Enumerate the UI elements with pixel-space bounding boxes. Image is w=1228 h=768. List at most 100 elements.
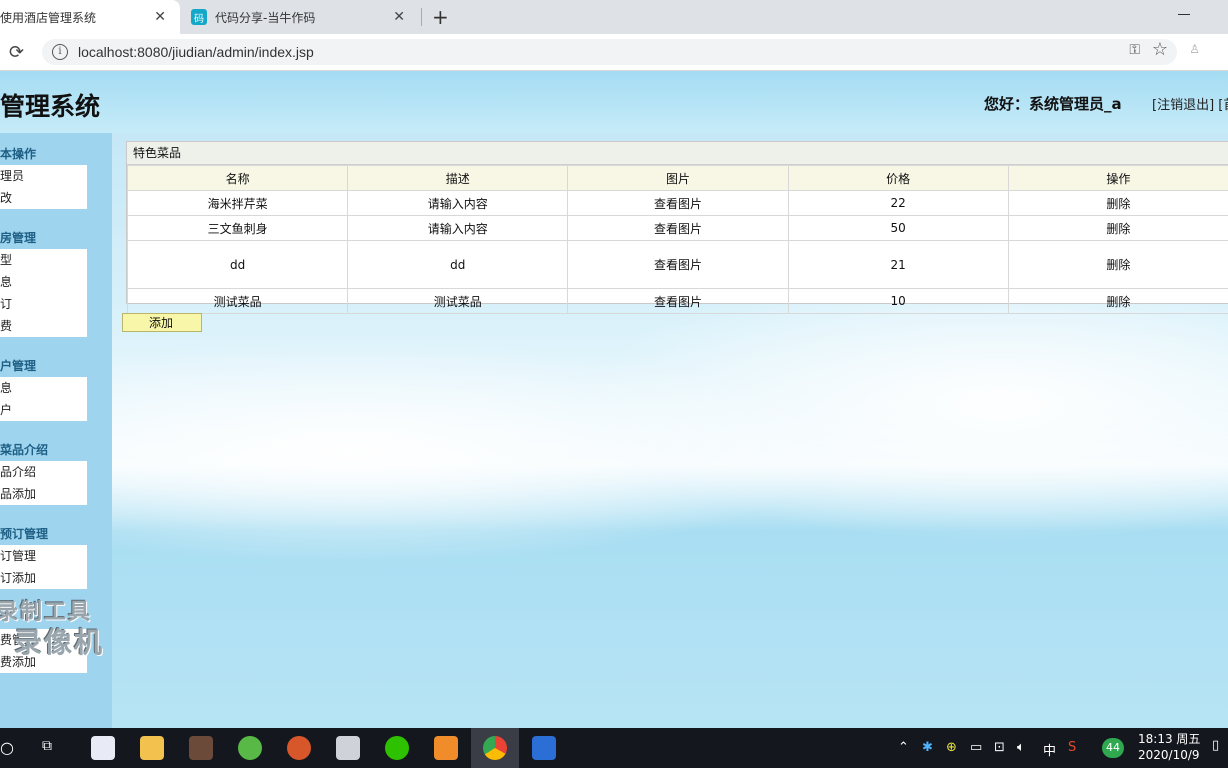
sidebar-item[interactable]: 户 (0, 399, 87, 421)
view-image-link[interactable]: 查看图片 (567, 190, 789, 216)
sidebar-item[interactable]: 息 (0, 377, 87, 399)
sidebar-item[interactable]: 品添加 (0, 483, 87, 505)
cortana-search-icon[interactable]: ○ (0, 738, 14, 757)
sidebar-item[interactable]: 品介绍 (0, 461, 87, 483)
tab-code-share[interactable]: 码 代码分享-当牛作码 ✕ (183, 0, 419, 34)
sidebar-section: 理员 改 (0, 165, 87, 209)
dish-price: 22 (787, 190, 1009, 216)
dish-name: 海米拌芹菜 (126, 190, 349, 216)
column-header: 价格 (787, 165, 1009, 191)
browser-tab-bar: 使用酒店管理系统 ✕ 码 代码分享-当牛作码 ✕ + (0, 0, 1228, 34)
dish-name: 三文鱼刺身 (126, 215, 349, 241)
wechat-icon[interactable] (385, 736, 409, 760)
orange-app-icon[interactable] (434, 736, 458, 760)
task-view-icon[interactable]: ⧉ (42, 738, 52, 754)
dish-description: 请输入内容 (347, 190, 569, 216)
page-header: 管理系统 您好：系统管理员_a [注销退出] [首 (0, 71, 1228, 133)
sidebar-section-title[interactable]: 房管理 (0, 229, 36, 246)
file-explorer-icon[interactable] (140, 736, 164, 760)
dish-price: 50 (787, 215, 1009, 241)
close-tab-icon[interactable]: ✕ (393, 9, 405, 25)
key-icon[interactable]: ⚿ (1129, 42, 1140, 58)
volume-icon[interactable]: 🔈︎ (1017, 740, 1025, 755)
add-dish-button[interactable]: 添加 (122, 313, 202, 332)
dish-description: dd (347, 240, 569, 289)
address-bar: ⟳ i localhost:8080/jiudian/admin/index.j… (0, 34, 1228, 71)
column-header: 操作 (1007, 165, 1228, 191)
sidebar-item[interactable]: 型 (0, 249, 87, 271)
tray-app-icon[interactable]: ✱ (922, 740, 933, 755)
site-info-icon[interactable]: i (52, 44, 68, 60)
logout-link[interactable]: [注销退出] [首 (1152, 94, 1228, 113)
view-image-link[interactable]: 查看图片 (567, 240, 789, 289)
column-header: 图片 (567, 165, 789, 191)
sidebar-item[interactable]: 费 (0, 315, 87, 337)
chrome-taskbar-button[interactable] (471, 728, 519, 768)
sidebar-section: 品介绍 品添加 (0, 461, 87, 505)
delete-link[interactable]: 删除 (1007, 190, 1228, 216)
table-row: dd dd 查看图片 21 删除 (126, 240, 1228, 289)
sidebar-section: 息 户 (0, 377, 87, 421)
site-favicon-icon: 码 (191, 9, 207, 25)
panel-title: 特色菜品 (127, 142, 1228, 165)
sidebar-item[interactable]: 订 (0, 293, 87, 315)
dish-description: 测试菜品 (347, 288, 569, 314)
extension-icon[interactable]: ♙ (1189, 42, 1200, 56)
sidebar-section-title[interactable]: 预订管理 (0, 525, 48, 542)
baidu-netdisk-icon[interactable] (91, 736, 115, 760)
show-hidden-icons-icon[interactable]: ⌃ (898, 740, 909, 755)
bookmark-star-icon[interactable]: ☆ (1152, 39, 1168, 60)
page-body: 管理系统 您好：系统管理员_a [注销退出] [首 本操作 理员 改 房管理 型… (0, 71, 1228, 728)
table-row: 海米拌芹菜 请输入内容 查看图片 22 删除 (126, 190, 1228, 216)
url-text[interactable]: localhost:8080/jiudian/admin/index.jsp (78, 44, 314, 60)
table-row: 测试菜品 测试菜品 查看图片 10 删除 (126, 288, 1228, 314)
dish-name: dd (126, 240, 349, 289)
green-app-icon[interactable] (238, 736, 262, 760)
view-image-link[interactable]: 查看图片 (567, 215, 789, 241)
table-header-row: 名称 描述 图片 价格 操作 (126, 165, 1228, 191)
delete-link[interactable]: 删除 (1007, 240, 1228, 289)
minimize-window-icon[interactable] (1178, 14, 1190, 15)
tray-plus-icon[interactable]: ⊕ (946, 740, 957, 755)
sidebar-item[interactable]: 理员 (0, 165, 87, 187)
recorder-watermark: 录像机 (14, 626, 105, 659)
clock-date: 2020/10/9 (1138, 748, 1200, 762)
delete-link[interactable]: 删除 (1007, 288, 1228, 314)
sidebar-item[interactable]: 订添加 (0, 567, 87, 589)
sidebar-item[interactable]: 订管理 (0, 545, 87, 567)
sidebar-item[interactable]: 息 (0, 271, 87, 293)
notification-icon[interactable]: ▯ (1212, 738, 1219, 753)
chrome-icon (483, 736, 507, 760)
avatar-app-icon[interactable] (336, 736, 360, 760)
dish-description: 请输入内容 (347, 215, 569, 241)
tab-hotel-system[interactable]: 使用酒店管理系统 ✕ (0, 0, 180, 34)
new-tab-icon[interactable]: + (432, 5, 449, 29)
battery-icon[interactable]: ▭ (970, 740, 982, 755)
security-badge[interactable]: 44 (1102, 738, 1124, 758)
table-row: 三文鱼刺身 请输入内容 查看图片 50 删除 (126, 215, 1228, 241)
close-tab-icon[interactable]: ✕ (154, 9, 166, 25)
game-app-icon[interactable] (189, 736, 213, 760)
input-method-indicator[interactable]: 中 (1043, 740, 1056, 759)
dish-price: 10 (787, 288, 1009, 314)
sogou-ime-icon[interactable]: S (1068, 740, 1076, 755)
sidebar-item[interactable]: 改 (0, 187, 87, 209)
sidebar-section: 订管理 订添加 (0, 545, 87, 589)
column-header: 描述 (347, 165, 569, 191)
sidebar-section-title[interactable]: 本操作 (0, 145, 36, 162)
delete-link[interactable]: 删除 (1007, 215, 1228, 241)
reload-icon[interactable]: ⟳ (9, 42, 24, 63)
sidebar-section: 型 息 订 费 (0, 249, 87, 337)
mask-app-icon[interactable] (287, 736, 311, 760)
clock-time: 18:13 周五 (1138, 732, 1201, 746)
sidebar-section-title[interactable]: 菜品介绍 (0, 441, 48, 458)
view-image-link[interactable]: 查看图片 (567, 288, 789, 314)
dish-name: 测试菜品 (126, 288, 349, 314)
system-clock[interactable]: 18:13 周五 2020/10/9 (1138, 731, 1200, 763)
tab-title: 使用酒店管理系统 (0, 10, 97, 25)
sidebar-section-title[interactable]: 户管理 (0, 357, 36, 374)
url-field[interactable]: i localhost:8080/jiudian/admin/index.jsp (42, 39, 1177, 65)
network-icon[interactable]: ⊡ (994, 740, 1005, 755)
wps-writer-icon[interactable] (532, 736, 556, 760)
dishes-panel: 特色菜品 名称 描述 图片 价格 操作 海米拌芹菜 请输入内容 查看图片 22 … (126, 141, 1228, 314)
